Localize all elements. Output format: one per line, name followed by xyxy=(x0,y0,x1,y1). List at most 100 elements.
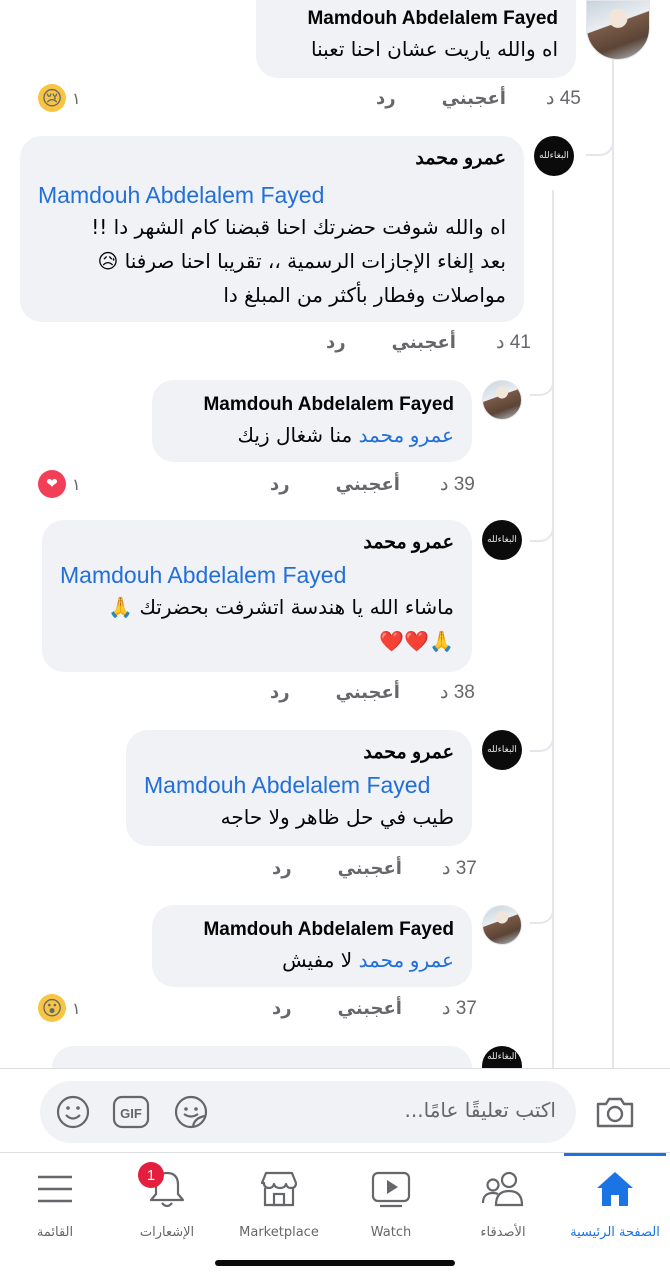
comment-actions: 37 د أعجبني رد xyxy=(272,856,477,880)
comment-input-placeholder: اكتب تعليقًا عامًا... xyxy=(404,1098,556,1122)
comment-time: 45 د xyxy=(545,87,581,109)
comment-text-line: مواصلات وفطار بأكثر من المبلغ دا xyxy=(223,283,506,307)
comment-author[interactable]: عمرو محمد xyxy=(144,740,454,766)
reply-button[interactable]: رد xyxy=(270,682,290,703)
tab-notifications[interactable]: الإشعارات xyxy=(112,1153,222,1253)
comment-bubble[interactable]: Mamdouh Abdelalem Fayed عمرو محمد منا شغ… xyxy=(152,380,472,462)
tab-label: الإشعارات xyxy=(139,1225,195,1240)
comment-composer: اكتب تعليقًا عامًا... GIF xyxy=(0,1068,670,1158)
comment-actions: 41 د أعجبني رد xyxy=(326,330,531,354)
comment-bubble[interactable]: عمرو محمد Mamdouh Abdelalem Fayed طيب في… xyxy=(126,730,472,846)
marketplace-icon xyxy=(257,1167,301,1211)
thread-branch xyxy=(530,340,554,396)
comment-actions: 38 د أعجبني رد xyxy=(270,680,475,704)
wow-face-icon: 😮 xyxy=(38,994,66,1022)
avatar[interactable]: البغاءلله xyxy=(482,520,522,560)
reaction-count: ١ xyxy=(72,88,81,108)
tab-friends[interactable]: الأصدقاء xyxy=(448,1153,558,1253)
comment-bubble[interactable]: Mamdouh Abdelalem Fayed اه والله ياريت ع… xyxy=(256,0,576,78)
comment-author[interactable]: عمرو محمد xyxy=(38,146,506,172)
reply-button[interactable]: رد xyxy=(326,332,346,353)
comment-bubble[interactable]: عمرو محمد Mamdouh Abdelalem Fayed اه وال… xyxy=(20,136,524,322)
thread-branch xyxy=(530,490,554,542)
reaction-count: ١ xyxy=(72,998,81,1018)
like-button[interactable]: أعجبني xyxy=(338,858,402,879)
sticker-icon[interactable] xyxy=(172,1093,210,1131)
reaction-summary[interactable]: 😢 ١ xyxy=(38,84,81,112)
tab-menu[interactable]: القائمة xyxy=(0,1153,110,1253)
tab-label: Marketplace xyxy=(239,1225,319,1240)
comment-text-body: منا شغال زيك xyxy=(237,423,353,447)
mention-link[interactable]: Mamdouh Abdelalem Fayed xyxy=(60,560,454,590)
avatar-logo-text: البغاءلله xyxy=(487,535,517,545)
comment-input[interactable]: اكتب تعليقًا عامًا... GIF xyxy=(40,1081,576,1143)
comment-author[interactable]: عمرو محمد xyxy=(60,530,454,556)
reaction-summary[interactable]: 😮 ١ xyxy=(38,994,81,1022)
avatar-logo-text: البغاءلله xyxy=(487,1052,517,1062)
thread-line-nested xyxy=(552,190,554,1068)
avatar-logo-text: البغاءلله xyxy=(539,151,569,161)
like-button[interactable]: أعجبني xyxy=(336,474,400,495)
avatar[interactable]: البغاءلله xyxy=(482,1046,522,1068)
like-button[interactable]: أعجبني xyxy=(442,88,506,109)
thread-line xyxy=(612,0,614,1068)
tab-home[interactable]: الصفحة الرئيسية xyxy=(560,1153,670,1253)
comment-time: 37 د xyxy=(441,997,477,1019)
like-button[interactable]: أعجبني xyxy=(338,998,402,1019)
reaction-count: ١ xyxy=(72,474,81,494)
comment-author[interactable]: Mamdouh Abdelalem Fayed xyxy=(274,6,558,32)
notification-badge: 1 xyxy=(138,1162,164,1188)
comment-actions: 37 د أعجبني رد xyxy=(272,996,477,1020)
like-button[interactable]: أعجبني xyxy=(392,332,456,353)
menu-icon xyxy=(33,1167,77,1211)
tab-marketplace[interactable]: Marketplace xyxy=(224,1153,334,1253)
comment-bubble[interactable]: عمرو محمد Mamdouh Abdelalem Fayed ماشاء … xyxy=(42,520,472,672)
reply-button[interactable]: رد xyxy=(272,858,292,879)
tab-watch[interactable]: Watch xyxy=(336,1153,446,1253)
mention-link[interactable]: عمرو محمد xyxy=(359,950,454,972)
reply-button[interactable]: رد xyxy=(272,998,292,1019)
comment-actions: 45 د أعجبني رد xyxy=(376,86,581,110)
mention-link[interactable]: Mamdouh Abdelalem Fayed xyxy=(144,770,454,800)
tab-label: الأصدقاء xyxy=(480,1225,526,1240)
avatar[interactable] xyxy=(482,905,522,945)
friends-icon xyxy=(481,1167,525,1211)
comment-time: 41 د xyxy=(495,331,531,353)
avatar[interactable] xyxy=(586,0,650,60)
heart-icon: ❤ xyxy=(38,470,66,498)
comment-text-line: ماشاء الله يا هندسة اتشرفت بحضرتك 🙏 xyxy=(108,595,454,619)
comment-time: 39 د xyxy=(439,473,475,495)
mention-link[interactable]: Mamdouh Abdelalem Fayed xyxy=(38,180,506,210)
comment-text-line: بعد إلغاء الإجازات الرسمية ،، تقريبا احن… xyxy=(97,249,506,273)
thread-branch xyxy=(530,700,554,752)
comment-author[interactable]: Mamdouh Abdelalem Fayed xyxy=(170,917,454,943)
comment-text: طيب في حل ظاهر ولا حاجه xyxy=(220,805,454,829)
camera-icon[interactable] xyxy=(594,1090,636,1132)
tab-label: القائمة xyxy=(36,1225,74,1240)
reply-button[interactable]: رد xyxy=(376,88,396,109)
gif-label: GIF xyxy=(120,1106,142,1121)
comment-author[interactable]: Mamdouh Abdelalem Fayed xyxy=(170,392,454,418)
comment-text: عمرو محمد لا مفيش xyxy=(170,943,454,977)
comment-bubble[interactable]: Mamdouh Abdelalem Fayed عمرو محمد لا مفي… xyxy=(152,905,472,987)
thread-branch xyxy=(586,90,614,156)
reply-button[interactable]: رد xyxy=(270,474,290,495)
gif-icon[interactable]: GIF xyxy=(112,1093,150,1131)
emoji-icon[interactable] xyxy=(54,1093,92,1131)
comment-time: 38 د xyxy=(439,681,475,703)
comment-bubble-partial[interactable] xyxy=(52,1046,472,1068)
avatar[interactable]: البغاءلله xyxy=(482,730,522,770)
watch-icon xyxy=(369,1167,413,1211)
tab-label: الصفحة الرئيسية xyxy=(570,1225,660,1240)
comment-text: اه والله ياريت عشان احنا تعبنا xyxy=(311,37,558,61)
crying-face-icon: 😢 xyxy=(38,84,66,112)
like-button[interactable]: أعجبني xyxy=(336,682,400,703)
avatar[interactable] xyxy=(482,380,522,420)
home-icon xyxy=(593,1167,637,1211)
mention-link[interactable]: عمرو محمد xyxy=(359,425,454,447)
comment-text-body: لا مفيش xyxy=(282,948,353,972)
comment-actions: 39 د أعجبني رد xyxy=(270,472,475,496)
avatar[interactable]: البغاءلله xyxy=(534,136,574,176)
comment-time: 37 د xyxy=(441,857,477,879)
reaction-summary[interactable]: ❤ ١ xyxy=(38,470,81,498)
